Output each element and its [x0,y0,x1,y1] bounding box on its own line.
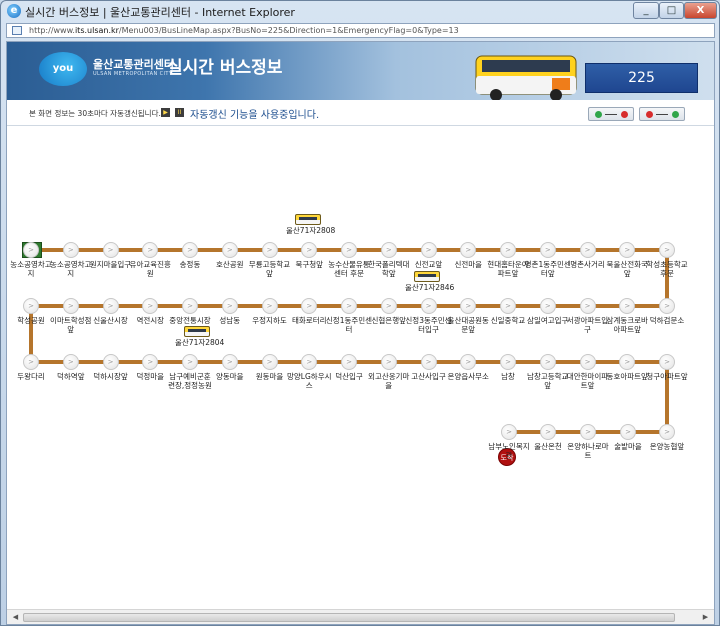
bus-stop-marker[interactable]: > [579,298,596,314]
bus-stop-marker[interactable]: > [500,354,516,370]
bus-stop-marker[interactable]: > [62,354,79,370]
bus-stop-marker[interactable]: > [23,354,39,370]
org-subtitle: ULSAN METROPOLITAN CITY [93,71,173,77]
direction-forward-button[interactable] [588,107,634,121]
bus-stop-marker[interactable]: > [182,242,198,258]
bus-stop-marker[interactable]: > [341,298,357,314]
bus-number-display: 225 [585,63,698,93]
bus-plate-label: 울산71자2846 [405,283,455,292]
bus-stop-marker[interactable]: > [500,298,516,314]
bus-stop-name: 덕하검문소 [649,316,685,325]
bus-stop-marker[interactable]: > [380,242,397,258]
bus-stop-marker[interactable]: > [341,242,357,258]
close-button[interactable]: X [684,2,717,19]
auto-refresh-status: 자동갱신 기능을 사용중입니다. [190,110,320,121]
red-dot-icon [646,111,653,118]
bus-stop-marker[interactable]: > [539,242,556,258]
green-dot-icon [595,111,602,118]
bus-marker[interactable]: 울산71자2808 [286,214,336,236]
bus-stop-marker[interactable]: > [62,298,79,314]
scroll-left-icon[interactable]: ◀ [10,612,21,623]
page-icon [12,26,22,35]
horizontal-scrollbar[interactable]: ◀ ▶ [7,609,714,624]
bus-stop-marker[interactable]: > [182,298,198,314]
site-header: you 울산교통관리센터 ULSAN METROPOLITAN CITY 실시간… [7,42,714,101]
bus-marker[interactable]: 울산71자2804 [175,326,225,348]
bus-stop-marker[interactable]: > [341,354,357,370]
bus-stop-marker[interactable]: > [539,354,556,370]
bus-icon [184,326,210,337]
bus-stop-marker[interactable]: > [659,354,675,370]
refresh-info-bar: 본 화면 정보는 30초마다 자동갱신됩니다. ▶ II 자동갱신 기능을 사용… [7,100,714,126]
bus-stop-marker[interactable]: > [102,242,119,258]
bus-stop-marker[interactable]: > [580,424,596,440]
bus-stop-marker[interactable]: > [420,242,437,258]
bus-stop-marker[interactable]: > [261,354,278,370]
auto-refresh-note: 본 화면 정보는 30초마다 자동갱신됩니다. [29,109,161,118]
address-text: http://www.its.ulsan.kr/Menu003/BusLineM… [29,26,459,35]
direction-reverse-button[interactable] [639,107,685,121]
bus-plate-label: 울산71자2804 [175,338,225,347]
bus-stop-marker[interactable]: > [380,298,397,314]
bus-stop-marker[interactable]: > [221,354,238,370]
green-dot-icon [672,111,679,118]
browser-window: e 실시간 버스정보 | 울산교통관리센터 - Internet Explore… [0,0,720,626]
arrow-icon [605,114,617,115]
bus-stop-marker[interactable]: > [221,298,238,314]
bus-stop-marker[interactable]: > [539,298,556,314]
title-bar[interactable]: e 실시간 버스정보 | 울산교통관리센터 - Internet Explore… [1,1,719,21]
bus-stop-marker[interactable]: > [261,298,278,314]
bus-stop-marker[interactable]: > [420,298,437,314]
bus-stop-name: 남부노인복지관 [488,442,530,460]
address-bar[interactable]: http://www.its.ulsan.kr/Menu003/BusLineM… [6,23,715,38]
bus-stop-marker[interactable]: > [500,242,516,258]
pause-icon[interactable]: II [175,108,184,117]
bus-stop-marker[interactable]: > [23,242,39,258]
maximize-button[interactable]: □ [659,2,684,19]
play-icon[interactable]: ▶ [161,108,170,117]
bus-stop-marker[interactable]: > [221,242,238,258]
ulsan-you-logo: you [39,52,87,86]
org-name: 울산교통관리센터 [93,58,174,71]
bus-stop-name: 청구아파트앞 [646,372,688,381]
page-title: 실시간 버스정보 [167,58,283,78]
page-content: you 울산교통관리센터 ULSAN METROPOLITAN CITY 실시간… [6,41,715,625]
bus-stop-marker[interactable]: > [102,298,119,314]
bus-stop-name: 학성초등학교후문 [646,260,688,278]
bus-stop-marker[interactable]: > [659,298,675,314]
window-title: 실시간 버스정보 | 울산교통관리센터 - Internet Explorer [25,6,295,19]
bus-stop-marker[interactable]: > [23,298,39,314]
bus-route-map: 출발 도착 >농소공영차고지>농소공영차고지>원지마을입구>유아교육진흥원>송정… [7,126,714,608]
bus-stop-marker[interactable]: > [579,242,596,258]
scroll-right-icon[interactable]: ▶ [700,612,711,623]
internet-explorer-icon: e [7,4,21,18]
bus-stop-marker[interactable]: > [62,242,79,258]
bus-illustration-icon [475,55,577,101]
bus-stop-marker[interactable]: > [579,354,596,370]
bus-marker[interactable]: 울산71자2846 [405,271,455,293]
bus-stop-marker[interactable]: > [420,354,437,370]
bus-stop-marker[interactable]: > [659,242,675,258]
red-dot-icon [621,111,628,118]
bus-stop-marker[interactable]: > [261,242,278,258]
bus-stop-marker[interactable]: > [659,424,675,440]
scroll-thumb[interactable] [23,613,675,622]
bus-stop-marker[interactable]: > [102,354,119,370]
bus-stop-marker[interactable]: > [380,354,397,370]
bus-stop-marker[interactable]: > [620,424,636,440]
bus-stop-marker[interactable]: > [501,424,517,440]
bus-stop-marker[interactable]: > [540,424,556,440]
arrow-icon [656,114,668,115]
bus-icon [414,271,440,282]
bus-stop-marker[interactable]: > [182,354,198,370]
bus-plate-label: 울산71자2808 [286,226,336,235]
bus-icon [295,214,321,225]
minimize-button[interactable]: _ [633,2,659,19]
